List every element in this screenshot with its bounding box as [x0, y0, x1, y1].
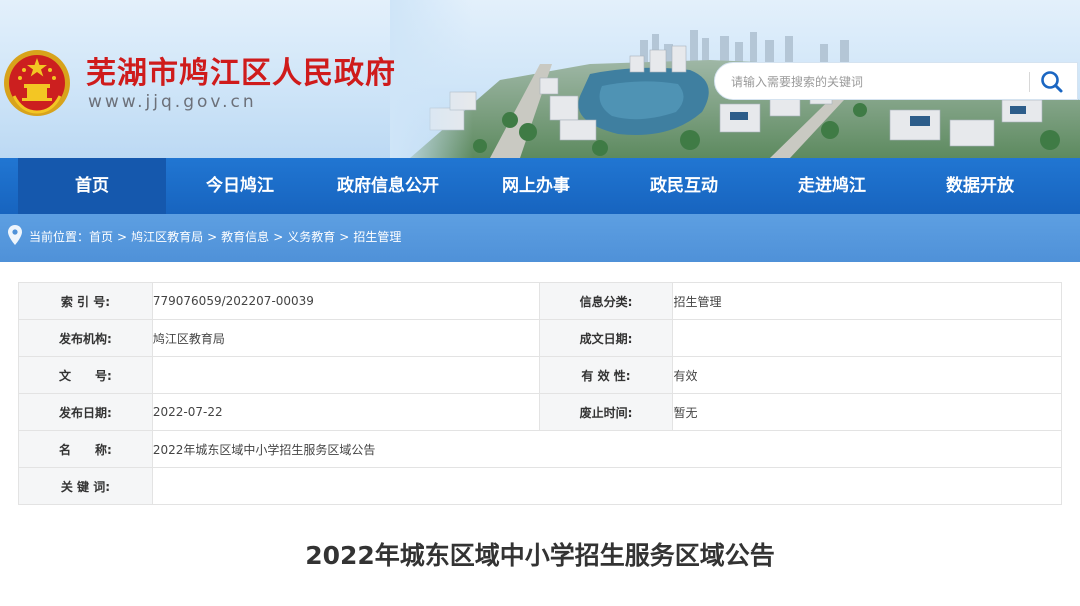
category-value: 招生管理 — [672, 282, 1062, 320]
table-row: 发布机构: 鸠江区教育局 成文日期: — [18, 319, 1062, 357]
breadcrumb-education-info[interactable]: 教育信息 — [221, 230, 269, 244]
nav-item-about-jiujiang[interactable]: 走进鸠江 — [758, 158, 906, 214]
site-name: 芜湖市鸠江区人民政府 — [86, 56, 396, 91]
keywords-value — [151, 467, 1063, 505]
location-pin-icon — [8, 225, 22, 245]
search-divider — [1029, 72, 1030, 92]
search-input[interactable] — [729, 72, 1029, 92]
index-label: 索 引 号: — [18, 282, 153, 320]
index-value: 779076059/202207-00039 — [151, 282, 540, 320]
name-value: 2022年城东区域中小学招生服务区域公告 — [151, 430, 1063, 468]
nav-item-online-services[interactable]: 网上办事 — [462, 158, 610, 214]
publisher-label: 发布机构: — [18, 319, 153, 357]
breadcrumb-separator: > — [273, 230, 284, 244]
table-row: 文 号: 有 效 性: 有效 — [18, 356, 1062, 394]
validity-label: 有 效 性: — [538, 356, 674, 394]
breadcrumb-prefix: 当前位置： — [29, 230, 90, 244]
breadcrumb-education-bureau[interactable]: 鸠江区教育局 — [131, 230, 203, 244]
breadcrumb-separator: > — [339, 230, 350, 244]
site-header: 芜湖市鸠江区人民政府 www.jjq.gov.cn — [0, 0, 1080, 158]
breadcrumb-bar: 当前位置：首页 > 鸠江区教育局 > 教育信息 > 义务教育 > 招生管理 — [0, 214, 1080, 262]
publish-date-value: 2022-07-22 — [151, 393, 540, 431]
breadcrumb-compulsory-education[interactable]: 义务教育 — [287, 230, 335, 244]
expiry-label: 废止时间: — [538, 393, 674, 431]
nav-item-open-data[interactable]: 数据开放 — [906, 158, 1054, 214]
doc-number-value — [151, 356, 540, 394]
breadcrumb-home[interactable]: 首页 — [89, 230, 113, 244]
breadcrumb-enrollment-management[interactable]: 招生管理 — [353, 230, 401, 244]
table-row: 名 称: 2022年城东区域中小学招生服务区域公告 — [18, 430, 1063, 468]
doc-number-label: 文 号: — [18, 356, 153, 394]
nav-item-today-jiujiang[interactable]: 今日鸠江 — [166, 158, 314, 214]
name-label: 名 称: — [18, 430, 153, 468]
search-box — [714, 62, 1078, 100]
written-date-label: 成文日期: — [538, 319, 674, 357]
document-meta-table: 索 引 号: 779076059/202207-00039 信息分类: 招生管理… — [18, 282, 1063, 505]
site-domain: www.jjq.gov.cn — [88, 92, 257, 112]
article-title: 2022年城东区域中小学招生服务区域公告 — [305, 541, 775, 570]
table-row: 发布日期: 2022-07-22 废止时间: 暂无 — [18, 393, 1062, 431]
search-button[interactable] — [1037, 68, 1067, 96]
breadcrumb: 当前位置：首页 > 鸠江区教育局 > 教育信息 > 义务教育 > 招生管理 — [29, 228, 401, 245]
search-icon — [1041, 71, 1063, 93]
nav-item-home[interactable]: 首页 — [18, 158, 166, 214]
category-label: 信息分类: — [538, 282, 674, 320]
nav-item-gov-info-disclosure[interactable]: 政府信息公开 — [314, 158, 462, 214]
breadcrumb-separator: > — [117, 230, 128, 244]
keywords-label: 关 键 词: — [18, 467, 153, 505]
table-row: 索 引 号: 779076059/202207-00039 信息分类: 招生管理 — [18, 282, 1062, 320]
publish-date-label: 发布日期: — [18, 393, 153, 431]
nav-item-interaction[interactable]: 政民互动 — [610, 158, 758, 214]
table-row: 关 键 词: — [18, 467, 1063, 505]
national-emblem-icon — [4, 50, 70, 116]
validity-value: 有效 — [672, 356, 1062, 394]
publisher-value: 鸠江区教育局 — [151, 319, 540, 357]
written-date-value — [672, 319, 1062, 357]
breadcrumb-separator: > — [207, 230, 218, 244]
expiry-value: 暂无 — [672, 393, 1062, 431]
main-nav: 首页 今日鸠江 政府信息公开 网上办事 政民互动 走进鸠江 数据开放 — [0, 158, 1080, 214]
